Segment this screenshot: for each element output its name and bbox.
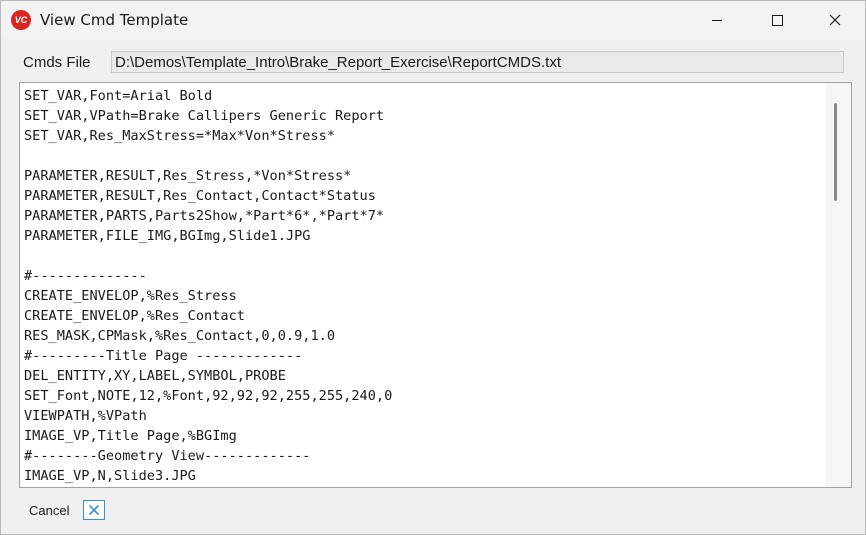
minimize-icon (712, 19, 722, 21)
command-line: PARAMETER,FILE_IMG,BGImg,Slide1.JPG (24, 228, 311, 244)
vertical-scrollbar[interactable] (826, 83, 851, 487)
command-line: RES_MASK,CPMask,%Res_Contact,0,0.9,1.0 (24, 328, 335, 344)
cancel-button[interactable] (83, 500, 105, 520)
command-line: IMAGE_VP,N,Slide3.JPG (24, 468, 196, 484)
maximize-icon (771, 14, 783, 26)
command-line: #--------Geometry View------------- (24, 448, 311, 464)
command-line: DEL_ENTITY,XY,LABEL,SYMBOL,PROBE (24, 368, 286, 384)
command-line: IMAGE_VP,Title Page,%BGImg (24, 428, 237, 444)
command-line: #-------------- (24, 268, 147, 284)
command-line: PARAMETER,RESULT,Res_Stress,*Von*Stress* (24, 168, 352, 184)
command-line: SET_Font,NOTE,12,%Font,92,92,92,255,255,… (24, 388, 393, 404)
app-logo-icon: VC (11, 10, 31, 30)
command-line: SET_VAR,Font=Arial Bold (24, 88, 213, 104)
command-line: CREATE_ENVELOP,%Res_Contact (24, 308, 245, 324)
cmds-file-label: Cmds File (23, 54, 91, 71)
maximize-button[interactable] (747, 1, 807, 39)
close-button[interactable] (805, 1, 865, 39)
command-line: SET_VAR,VPath=Brake Callipers Generic Re… (24, 108, 385, 124)
command-line: PARAMETER,RESULT,Res_Contact,Contact*Sta… (24, 188, 376, 204)
view-cmd-template-window: VC View Cmd Template Cmds File D:\Demos\… (0, 0, 866, 535)
command-line: #---------Title Page ------------- (24, 348, 303, 364)
command-text-area[interactable]: SET_VAR,Font=Arial Bold SET_VAR,VPath=Bra… (19, 82, 852, 488)
cancel-label: Cancel (29, 503, 70, 518)
close-icon (88, 504, 100, 516)
command-text: SET_VAR,Font=Arial Bold SET_VAR,VPath=Bra… (24, 86, 824, 486)
command-line: PARAMETER,PARTS,Parts2Show,*Part*6*,*Par… (24, 208, 385, 224)
command-line: SET_VAR,Res_MaxStress=*Max*Von*Stress* (24, 128, 335, 144)
command-line: VIEWPATH,%VPath (24, 408, 147, 424)
window-title: View Cmd Template (40, 11, 189, 29)
title-bar[interactable]: VC View Cmd Template (1, 1, 865, 39)
command-line (24, 146, 824, 166)
minimize-button[interactable] (687, 1, 747, 39)
command-line (24, 246, 824, 266)
command-line: CREATE_ENVELOP,%Res_Stress (24, 288, 237, 304)
cmds-file-path-field[interactable]: D:\Demos\Template_Intro\Brake_Report_Exe… (111, 51, 844, 73)
scrollbar-thumb[interactable] (834, 103, 837, 201)
close-icon (829, 14, 841, 26)
